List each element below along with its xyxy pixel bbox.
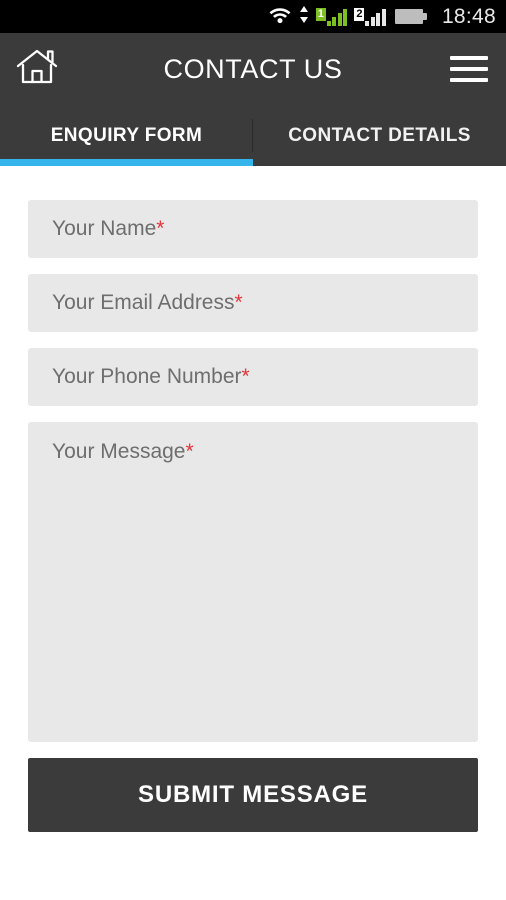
sim1-signal-bars	[326, 8, 348, 26]
enquiry-form: Your Name * Your Email Address * Your Phon…	[0, 166, 506, 832]
submit-message-button[interactable]: SUBMIT MESSAGE	[28, 758, 478, 832]
app-screen: 1 2 18:48 CONTACT US ENQUIRY FORM CONTAC…	[0, 0, 506, 900]
sim2-signal-bars	[365, 8, 386, 26]
battery-icon	[394, 9, 427, 24]
hamburger-menu-icon[interactable]	[432, 33, 506, 105]
app-header: CONTACT US	[0, 33, 506, 105]
tab-enquiry-form[interactable]: ENQUIRY FORM	[0, 105, 253, 166]
status-bar: 1 2 18:48	[0, 0, 506, 33]
tab-bar: ENQUIRY FORM CONTACT DETAILS	[0, 105, 506, 166]
your-name-required-marker: *	[156, 217, 165, 240]
your-message-required-marker: *	[185, 440, 194, 463]
your-phone-placeholder: Your Phone Number	[52, 365, 242, 388]
your-email-input[interactable]: Your Email Address *	[28, 274, 478, 332]
sim2-signal-icon: 2	[354, 7, 386, 26]
your-message-input[interactable]: Your Message *	[28, 422, 478, 742]
menu-bar-1	[450, 56, 488, 60]
your-message-placeholder: Your Message	[52, 440, 186, 463]
sim1-badge-label: 1	[315, 7, 326, 21]
up-down-arrows-icon	[299, 5, 309, 29]
page-title: CONTACT US	[163, 53, 343, 84]
your-phone-required-marker: *	[241, 365, 250, 388]
tab-enquiry-form-label: ENQUIRY FORM	[50, 124, 203, 146]
status-bar-icons: 1 2 18:48	[268, 5, 496, 29]
your-name-placeholder: Your Name	[52, 217, 157, 240]
your-name-input[interactable]: Your Name *	[28, 200, 478, 258]
tab-contact-details-label: CONTACT DETAILS	[288, 124, 471, 146]
home-icon	[16, 47, 58, 92]
wifi-icon	[268, 5, 292, 29]
menu-bar-2	[450, 67, 488, 71]
status-bar-clock: 18:48	[441, 4, 496, 28]
home-button[interactable]	[0, 33, 74, 105]
your-email-required-marker: *	[234, 291, 243, 314]
your-email-placeholder: Your Email Address	[52, 291, 235, 314]
your-phone-input[interactable]: Your Phone Number *	[28, 348, 478, 406]
submit-message-label: SUBMIT MESSAGE	[138, 781, 368, 808]
tab-contact-details[interactable]: CONTACT DETAILS	[253, 105, 506, 166]
sim1-signal-icon: 1	[315, 7, 348, 26]
tab-active-indicator	[0, 159, 253, 166]
sim2-badge-label: 2	[354, 7, 365, 21]
menu-bar-3	[450, 78, 488, 82]
